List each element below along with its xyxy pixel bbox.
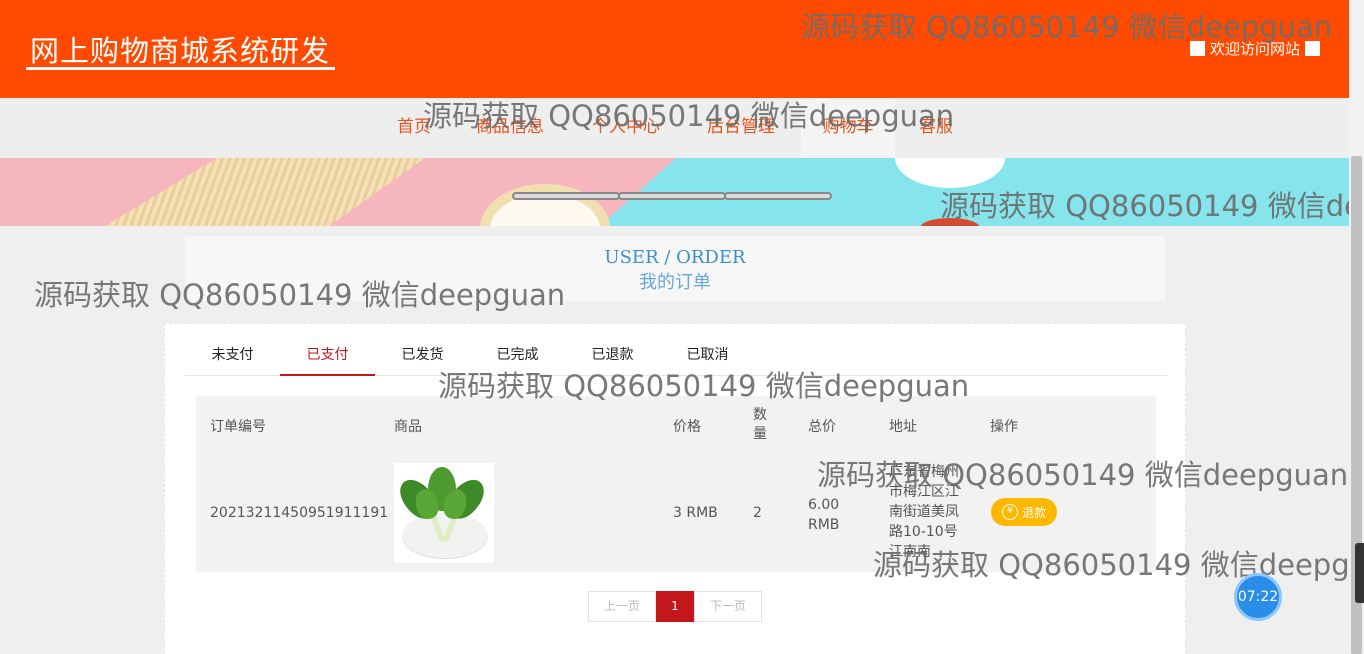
floating-timer[interactable]: 07:22 [1234,573,1282,621]
banner-bowl [480,184,610,226]
banner-slider-indicators [512,192,832,200]
site-title[interactable]: 网上购物商城系统研发 [30,28,330,70]
cell-order-no: 20213211450951911191 [210,505,389,521]
col-header-product: 商品 [394,419,422,435]
product-image[interactable] [394,463,494,563]
refund-button[interactable]: ¥ 退款 [991,498,1057,526]
watermark-text: 源码获取 QQ86050149 微信deepguan [438,369,970,403]
site-title-underline [26,67,335,70]
pagination: 上一页 1 下一页 [588,591,762,622]
pager-page-1[interactable]: 1 [656,591,694,622]
col-header-price: 价格 [673,419,701,435]
col-header-address: 地址 [889,419,917,435]
watermark-text: 源码获取 QQ86050149 微信deepguan [423,99,955,133]
cell-qty: 2 [753,505,762,521]
slider-indicator[interactable] [724,192,832,200]
col-header-order-no: 订单编号 [210,419,266,435]
watermark-text: 源码获取 QQ86050149 微信deepguan [940,189,1364,223]
col-header-action: 操作 [990,419,1018,435]
watermark-text: 源码获取 QQ86050149 微信deepguan [873,548,1364,582]
watermark-text: 源码获取 QQ86050149 微信deepguan [817,458,1349,492]
slider-indicator[interactable] [618,192,726,200]
tab-paid[interactable]: 已支付 [280,342,375,376]
refund-button-label: 退款 [1021,505,1046,520]
col-header-total: 总价 [808,419,836,435]
section-title-en: USER / ORDER [604,247,746,268]
slider-indicator[interactable] [512,192,620,200]
pager-next-button[interactable]: 下一页 [694,591,762,622]
cell-total: 6.00 RMB [808,497,840,533]
banner-noodles [105,158,425,226]
cell-price: 3 RMB [673,505,718,521]
yen-coin-icon: ¥ [1001,504,1018,520]
tab-unpaid[interactable]: 未支付 [185,342,280,376]
watermark-text: 源码获取 QQ86050149 微信deepguan [801,10,1333,44]
side-widget-tab[interactable] [1355,543,1364,603]
col-header-qty: 数量 [753,407,767,442]
watermark-text: 源码获取 QQ86050149 微信deepguan [34,278,566,312]
pager-prev-button[interactable]: 上一页 [588,591,656,622]
